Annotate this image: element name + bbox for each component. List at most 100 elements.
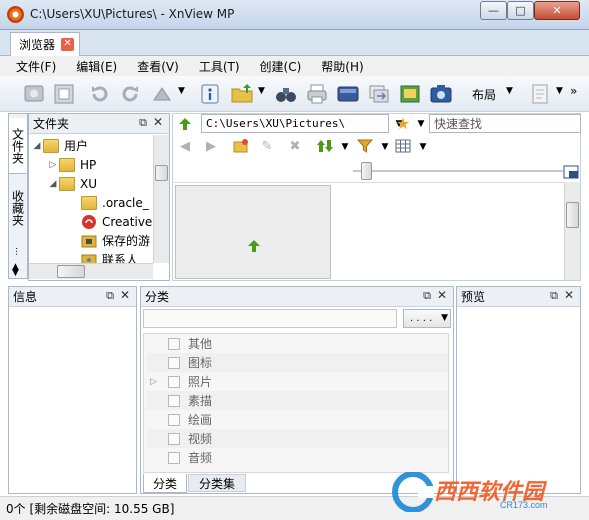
tree-item-oracle[interactable]: .oracle_ [81,193,149,212]
minimize-button[interactable]: — [480,1,507,20]
tree-item-xu[interactable]: ◢ XU [47,174,97,193]
capture-icon[interactable] [429,82,453,106]
expand-caret-icon[interactable]: ▷ [47,160,59,170]
properties-icon[interactable] [198,82,222,106]
new-folder-icon[interactable] [233,138,249,154]
menu-create[interactable]: 创建(C) [250,58,312,75]
panel-close-icon[interactable]: ✕ [564,288,574,302]
side-tab-folders[interactable]: 文件夹 [9,118,27,174]
tree-item-label: XU [80,176,98,191]
category-item-icons[interactable]: 图标 [146,353,448,372]
slider-handle[interactable] [361,162,372,180]
tree-item-users[interactable]: ◢ 用户 [31,136,88,155]
category-checkbox[interactable] [168,375,180,388]
side-tab-down-icon[interactable]: ▼ [12,268,19,278]
thumbnail-size-slider[interactable] [353,170,563,172]
expand-caret-icon[interactable]: ◢ [31,141,43,151]
sort-icon[interactable] [317,138,333,154]
layout-button[interactable]: 布局 [472,86,496,103]
tab-label: 分类 [152,476,177,491]
tree-item-contacts[interactable]: 联系人 [81,250,138,263]
maximize-button[interactable]: □ [507,1,534,20]
category-set-dropdown[interactable]: . . . . ▼ [403,309,451,328]
quick-search-input[interactable]: 快速查找 [429,114,581,133]
filter-icon[interactable] [357,138,373,154]
parent-folder-thumbnail[interactable] [175,185,331,279]
rotate-left-icon[interactable] [88,82,112,106]
tab-category-sets[interactable]: 分类集 [188,474,246,492]
category-item-audio[interactable]: 音频 [146,448,448,467]
category-filter-input[interactable] [143,309,397,328]
go-up-icon[interactable] [177,116,193,132]
side-tab-favorites[interactable]: 收藏夹 [9,178,27,238]
side-tab-more[interactable]: ... [9,242,27,260]
category-checkbox[interactable] [168,432,180,445]
open-folder-icon[interactable] [230,82,254,106]
undock-icon[interactable]: ⧉ [106,289,114,303]
sort-dropdown-icon[interactable]: ▼ [337,139,353,155]
page-dropdown-icon[interactable]: ▼ [556,86,563,96]
category-checkbox[interactable] [168,356,180,369]
open-dropdown-icon[interactable]: ▼ [258,86,265,96]
category-checkbox[interactable] [168,337,180,350]
batch-convert-icon[interactable] [367,82,391,106]
thumbnail-view-icon[interactable] [395,138,411,154]
tree-item-creative[interactable]: Creative [81,212,152,231]
menu-help[interactable]: 帮助(H) [311,58,373,75]
category-checkbox[interactable] [168,394,180,407]
transform-icon[interactable] [150,82,174,106]
toolbar-overflow-icon[interactable]: » [570,84,577,98]
file-list-vscroll[interactable] [564,182,580,280]
panel-close-icon[interactable]: ✕ [153,115,163,129]
back-icon[interactable]: ◀ [177,138,193,154]
folder-tree-vscroll[interactable] [153,135,169,263]
site-watermark: 西西软件园 CR173.com [392,470,577,514]
forward-icon[interactable]: ▶ [203,138,219,154]
print-icon[interactable] [305,82,329,106]
category-checkbox[interactable] [168,413,180,426]
tab-close-icon[interactable]: ✕ [61,38,75,51]
layout-dropdown-icon[interactable]: ▼ [506,86,513,96]
fit-window-icon[interactable] [52,82,76,106]
undock-icon[interactable]: ⧉ [423,289,431,303]
view-mode-dropdown-icon[interactable]: ▼ [415,139,431,155]
fullscreen-view-icon[interactable] [22,82,46,106]
menu-tools[interactable]: 工具(T) [189,58,250,75]
panel-close-icon[interactable]: ✕ [120,288,130,302]
folder-tree-hscroll[interactable] [29,263,153,279]
scanner-icon[interactable] [336,82,360,106]
category-item-painting[interactable]: 绘画 [146,410,448,429]
tab-categories[interactable]: 分类 [143,474,187,493]
category-checkbox[interactable] [168,451,180,464]
expand-caret-icon[interactable]: ◢ [47,179,59,189]
category-item-other[interactable]: 其他 [146,334,448,353]
slideshow-icon[interactable] [398,82,422,106]
filter-dropdown-icon[interactable]: ▼ [377,139,393,155]
favorite-dropdown-icon[interactable]: ▼ [413,116,429,132]
rename-icon[interactable]: ✎ [259,138,275,154]
panel-close-icon[interactable]: ✕ [437,288,447,302]
delete-icon[interactable]: ✖ [287,138,303,154]
close-window-button[interactable]: ✕ [534,1,580,20]
binoculars-icon[interactable] [274,82,298,106]
undock-icon[interactable]: ⧉ [550,289,558,303]
tree-item-hp[interactable]: ▷ HP [47,155,96,174]
category-item-photos[interactable]: ▷ 照片 [146,372,448,391]
expand-caret-icon[interactable]: ▷ [150,377,157,387]
scroll-thumb[interactable] [566,202,579,228]
menu-edit[interactable]: 编辑(E) [66,58,127,75]
page-view-icon[interactable] [528,82,552,106]
undock-icon[interactable]: ⧉ [139,116,147,130]
tree-item-saved-games[interactable]: 保存的游 [81,231,150,250]
transform-dropdown-icon[interactable]: ▼ [178,86,185,96]
menu-file[interactable]: 文件(F) [6,58,66,75]
tab-browser[interactable]: 浏览器 ✕ [10,32,80,56]
star-favorite-icon[interactable]: ★ [395,114,411,133]
category-item-video[interactable]: 视频 [146,429,448,448]
scroll-thumb[interactable] [155,165,168,181]
scroll-thumb[interactable] [57,265,85,278]
menu-view[interactable]: 查看(V) [127,58,189,75]
category-item-sketch[interactable]: 素描 [146,391,448,410]
address-bar[interactable]: C:\Users\XU\Pictures\ [201,114,389,133]
rotate-right-icon[interactable] [118,82,142,106]
